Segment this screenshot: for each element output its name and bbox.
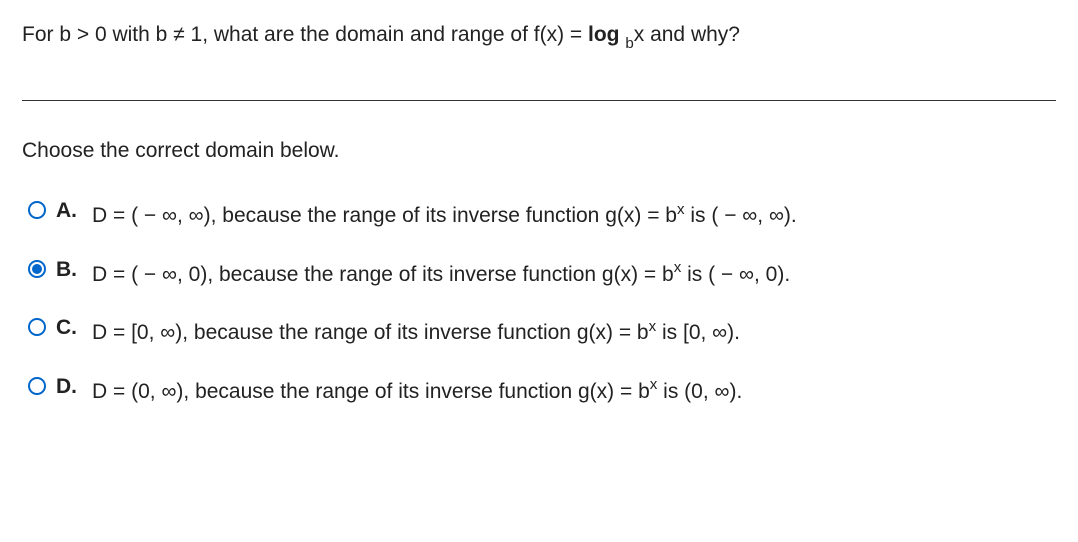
option-a[interactable]: A. D = ( − ∞, ∞), because the range of i… xyxy=(28,197,1056,232)
option-a-label: A. xyxy=(56,197,82,223)
question-log: log xyxy=(588,23,625,46)
option-c-pre: D = [0, ∞), because the range of its inv… xyxy=(92,321,649,344)
option-c-label: C. xyxy=(56,314,82,340)
question-part2: x and why? xyxy=(634,23,740,46)
radio-d[interactable] xyxy=(28,377,46,395)
instruction-text: Choose the correct domain below. xyxy=(22,139,1056,163)
option-a-post: is ( − ∞, ∞). xyxy=(685,204,797,227)
option-b-pre: D = ( − ∞, 0), because the range of its … xyxy=(92,263,674,286)
option-b-text: D = ( − ∞, 0), because the range of its … xyxy=(92,256,790,291)
radio-a[interactable] xyxy=(28,201,46,219)
option-d-exp: x xyxy=(650,376,658,393)
option-d-text: D = (0, ∞), because the range of its inv… xyxy=(92,373,742,408)
question-part1: For b > 0 with b ≠ 1, what are the domai… xyxy=(22,23,588,46)
option-a-pre: D = ( − ∞, ∞), because the range of its … xyxy=(92,204,677,227)
option-b-label: B. xyxy=(56,256,82,282)
option-d-pre: D = (0, ∞), because the range of its inv… xyxy=(92,380,650,403)
radio-b[interactable] xyxy=(28,260,46,278)
divider xyxy=(22,100,1056,101)
option-d[interactable]: D. D = (0, ∞), because the range of its … xyxy=(28,373,1056,408)
radio-c[interactable] xyxy=(28,318,46,336)
option-a-exp: x xyxy=(677,201,685,218)
option-c[interactable]: C. D = [0, ∞), because the range of its … xyxy=(28,314,1056,349)
option-b-exp: x xyxy=(674,259,682,276)
option-b-post: is ( − ∞, 0). xyxy=(681,263,790,286)
options-group: A. D = ( − ∞, ∞), because the range of i… xyxy=(22,197,1056,407)
question-text: For b > 0 with b ≠ 1, what are the domai… xyxy=(22,20,1056,52)
option-c-text: D = [0, ∞), because the range of its inv… xyxy=(92,314,740,349)
option-c-post: is [0, ∞). xyxy=(656,321,740,344)
option-d-post: is (0, ∞). xyxy=(657,380,742,403)
option-b[interactable]: B. D = ( − ∞, 0), because the range of i… xyxy=(28,256,1056,291)
option-a-text: D = ( − ∞, ∞), because the range of its … xyxy=(92,197,797,232)
question-log-base: b xyxy=(625,35,633,52)
option-c-exp: x xyxy=(649,318,657,335)
option-d-label: D. xyxy=(56,373,82,399)
